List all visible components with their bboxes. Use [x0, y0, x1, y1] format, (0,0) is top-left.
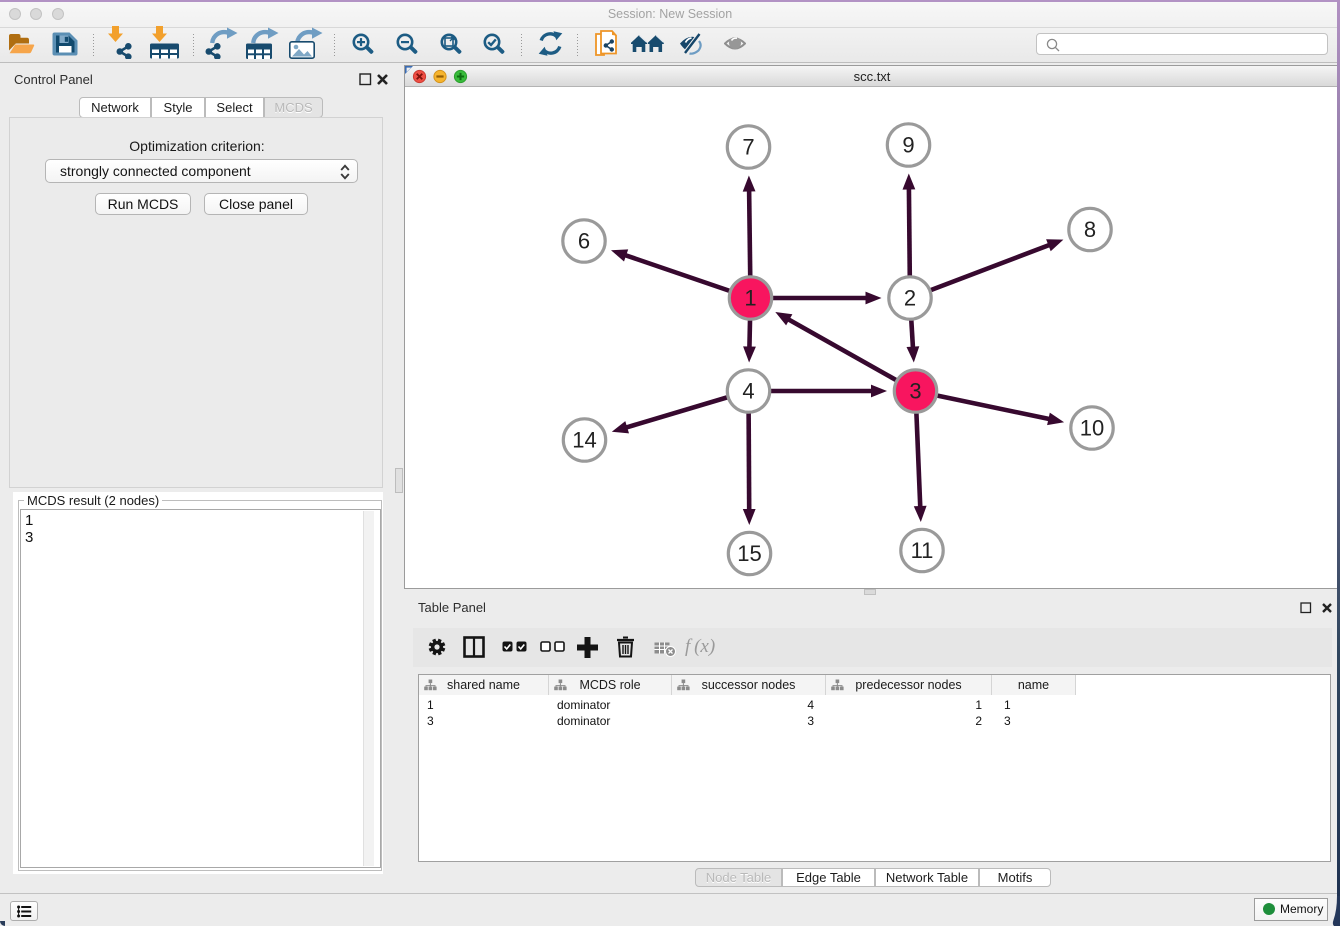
svg-text:6: 6 — [578, 229, 590, 254]
svg-text:9: 9 — [902, 133, 914, 158]
svg-text:14: 14 — [572, 428, 596, 453]
svg-text:10: 10 — [1080, 416, 1104, 441]
svg-text:4: 4 — [742, 379, 754, 404]
svg-text:15: 15 — [737, 541, 761, 566]
svg-text:11: 11 — [911, 538, 934, 563]
svg-text:8: 8 — [1084, 217, 1096, 242]
svg-text:2: 2 — [904, 286, 916, 311]
svg-text:1: 1 — [744, 286, 756, 311]
svg-text:3: 3 — [909, 379, 921, 404]
svg-text:7: 7 — [742, 135, 754, 160]
